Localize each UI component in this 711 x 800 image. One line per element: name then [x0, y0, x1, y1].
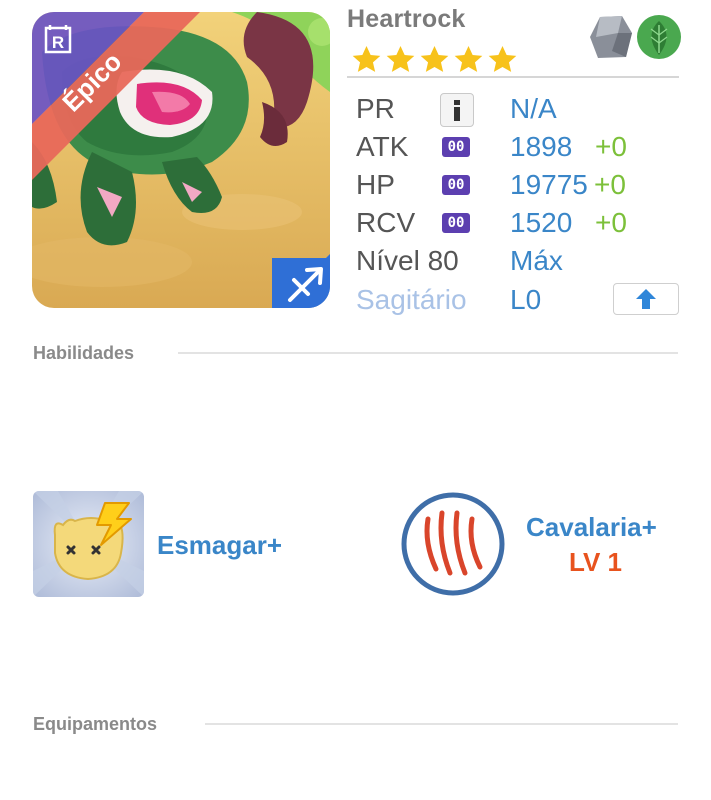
svg-text:R: R — [52, 33, 64, 52]
hp-value: 19775 — [510, 169, 588, 200]
star-icon — [454, 45, 483, 72]
star-icon — [352, 45, 381, 72]
sagittarius-arrow-icon — [272, 254, 330, 308]
atk-plus-badge: 00 — [442, 137, 470, 157]
rcv-bonus: +0 — [595, 207, 627, 238]
skill-name-esmagar: Esmagar+ — [157, 530, 283, 560]
info-icon[interactable] — [440, 93, 474, 127]
pr-label: PR — [356, 93, 395, 124]
rcv-plus-badge: 00 — [442, 213, 470, 233]
equipment-section-divider — [205, 723, 678, 725]
star-rating — [351, 44, 518, 75]
star-icon — [386, 45, 415, 72]
header-divider — [347, 76, 679, 78]
rcv-label: RCV — [356, 207, 416, 238]
element-icons — [588, 13, 682, 61]
zodiac-level: L0 — [510, 284, 542, 315]
skill-name-cavalaria: Cavalaria+ — [526, 512, 657, 542]
star-icon — [488, 45, 517, 72]
atk-value: 1898 — [510, 131, 573, 162]
hp-bonus: +0 — [594, 169, 626, 200]
leaf-element-icon — [637, 15, 681, 59]
level-label: Nível 80 — [356, 245, 459, 276]
atk-label: ATK — [356, 131, 409, 162]
equipment-section-title: Equipamentos — [33, 714, 158, 734]
level-value: Máx — [510, 245, 563, 276]
skills-section-divider — [178, 352, 678, 354]
zodiac-label: Sagitário — [356, 284, 467, 315]
monster-name: Heartrock — [347, 5, 466, 33]
monster-portrait[interactable]: R Épico — [32, 12, 330, 308]
pr-value: N/A — [510, 93, 557, 124]
atk-bonus: +0 — [595, 131, 627, 162]
skill-level-cavalaria: LV 1 — [569, 547, 622, 577]
knockout-lightning-icon[interactable] — [33, 491, 144, 597]
skills-section-title: Habilidades — [33, 343, 135, 363]
star-icon — [420, 45, 449, 72]
rcv-value: 1520 — [510, 207, 573, 238]
hp-label: HP — [356, 169, 395, 200]
upgrade-button[interactable] — [613, 283, 679, 315]
arrow-up-icon — [636, 289, 656, 309]
hp-plus-badge: 00 — [442, 175, 470, 195]
claw-scratch-icon[interactable] — [400, 491, 506, 597]
stone-element-icon — [590, 16, 632, 58]
